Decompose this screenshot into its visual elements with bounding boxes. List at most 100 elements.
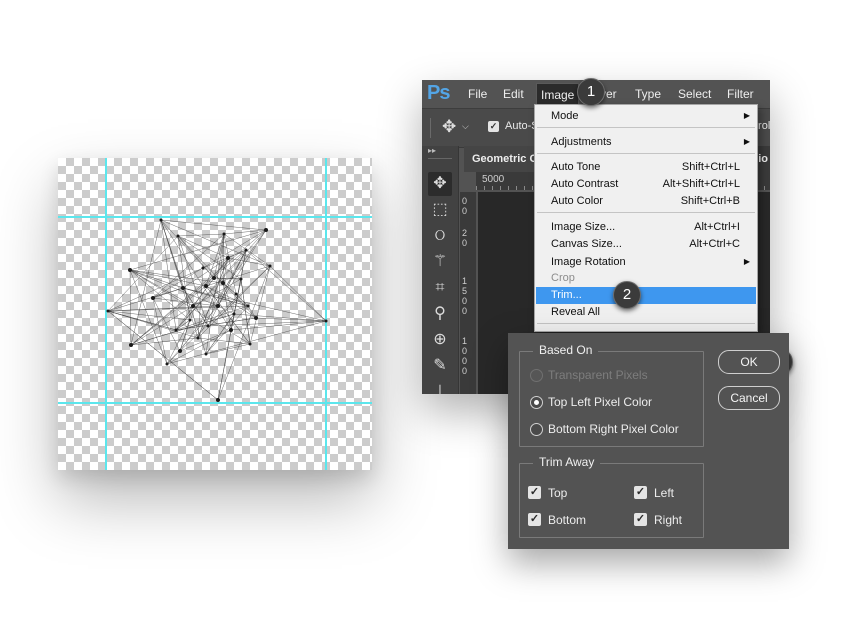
lasso-tool-icon[interactable]: ଠ [428,224,452,248]
checkmark-icon[interactable]: ✓ [528,513,541,526]
healing-brush-tool-icon[interactable]: ⊕ [428,328,452,352]
network-node [229,328,233,332]
network-line [130,219,162,346]
auto-select-checkbox[interactable]: ✓ [488,121,499,132]
network-line [166,320,327,365]
network-node [246,304,250,308]
checkbox-label[interactable]: Bottom [548,512,586,528]
network-line [152,297,168,365]
menu-item-image-size[interactable]: Image Size... Alt+Ctrl+I [536,219,756,235]
based-on-title: Based On [533,343,599,357]
network-line [205,285,257,319]
menu-edit[interactable]: Edit [503,87,524,101]
panel-grip [428,158,452,159]
marquee-tool-icon[interactable]: ⬚ [428,198,452,222]
ok-button[interactable]: OK [718,350,780,374]
menu-item-trim[interactable]: Trim... [536,287,756,304]
network-node [226,256,230,260]
ruler-v-label: 1 [462,336,468,346]
network-node [176,234,180,238]
menu-item-label: Image Size... [551,221,616,233]
radio-label[interactable]: Bottom Right Pixel Color [548,421,679,437]
network-line [177,233,225,237]
ruler-h-label: 5000 [482,174,505,185]
menu-separator [537,212,755,213]
menu-item-reveal-all[interactable]: Reveal All [536,304,756,320]
vertical-ruler: 0 0 2 0 1 5 0 0 1 0 0 0 [460,192,476,394]
network-node [181,286,185,290]
ruler-v-label: 5 [462,286,468,296]
menu-filter[interactable]: Filter [727,87,754,101]
brush-tool-icon[interactable]: ✎ [428,354,452,378]
menu-item-shortcut: Alt+Ctrl+C [689,238,740,250]
document-tab-title: Geometric C [472,153,538,165]
radio-button[interactable] [530,423,543,436]
menu-item-auto-contrast[interactable]: Auto Contrast Alt+Shift+Ctrl+L [536,176,756,192]
cancel-button[interactable]: Cancel [718,386,780,410]
menu-type[interactable]: Type [635,87,661,101]
network-node [204,352,208,356]
menu-item-auto-tone[interactable]: Auto Tone Shift+Ctrl+L [536,159,756,175]
move-icon[interactable]: ✥ [442,117,456,137]
network-node [216,304,220,308]
menu-item-auto-color[interactable]: Auto Color Shift+Ctrl+B [536,193,756,209]
checkbox-label[interactable]: Right [654,512,682,528]
network-line [227,257,271,267]
network-lines [107,219,327,401]
magic-wand-tool-icon[interactable]: ⚚ [428,250,452,274]
menu-item-label: Crop [551,272,575,284]
crop-tool-icon[interactable]: ⌗ [428,276,452,300]
network-node [206,324,210,328]
radio-button[interactable] [530,396,543,409]
network-node [212,276,216,280]
menu-separator [537,153,755,154]
ruler-v-label: 0 [462,296,468,306]
network-node [268,264,272,268]
network-node [201,266,205,270]
eyedropper-tool-icon[interactable]: ⚲ [428,302,452,326]
menu-file[interactable]: File [468,87,487,101]
menu-item-canvas-size[interactable]: Canvas Size... Alt+Ctrl+C [536,236,756,252]
network-node [248,342,252,346]
menu-item-label: Mode [551,110,579,122]
checkbox-label[interactable]: Top [548,485,567,501]
menu-select[interactable]: Select [678,87,711,101]
submenu-arrow-icon: ▶ [743,257,750,266]
menu-item-shortcut: Alt+Ctrl+I [694,221,740,233]
network-node [106,309,110,313]
checkmark-icon[interactable]: ✓ [634,513,647,526]
menu-item-label: Auto Contrast [551,178,619,190]
chevron-down-icon[interactable]: ⌵ [462,121,469,132]
network-node [232,312,236,316]
network-node [174,328,178,332]
menu-item-label: Image Rotation [551,256,626,268]
menu-item-image-rotation[interactable]: Image Rotation ▶ [536,254,756,270]
network-line [130,285,207,346]
menu-item-adjustments[interactable]: Adjustments ▶ [536,134,756,150]
menu-separator [537,127,755,128]
network-node [216,398,220,402]
ruler-v-label: 0 [462,366,468,376]
menu-separator [537,323,755,324]
menu-item-shortcut: Alt+Shift+Ctrl+L [662,178,740,190]
ruler-v-label: 1 [462,276,468,286]
submenu-arrow-icon: ▶ [743,111,750,120]
checkbox-label[interactable]: Left [654,485,674,501]
radio-label[interactable]: Top Left Pixel Color [548,394,652,410]
network-line [175,319,191,331]
stamp-tool-icon[interactable]: ⊥ [428,380,452,394]
ruler-v-label: 0 [462,206,468,216]
network-node [222,232,226,236]
network-line [107,310,177,331]
radio-label: Transparent Pixels [548,368,648,382]
checkmark-icon[interactable]: ✓ [528,486,541,499]
checkmark-icon[interactable]: ✓ [634,486,647,499]
collapse-panel-icon[interactable]: ▸▸ [428,146,436,155]
menu-item-mode[interactable]: Mode ▶ [536,108,756,124]
network-node [151,296,155,300]
move-tool-icon[interactable]: ✥ [428,172,452,196]
menu-item-label: Trim... [551,289,582,301]
ruler-v-label: 0 [462,238,468,248]
network-node [159,218,163,222]
network-line [160,219,215,279]
